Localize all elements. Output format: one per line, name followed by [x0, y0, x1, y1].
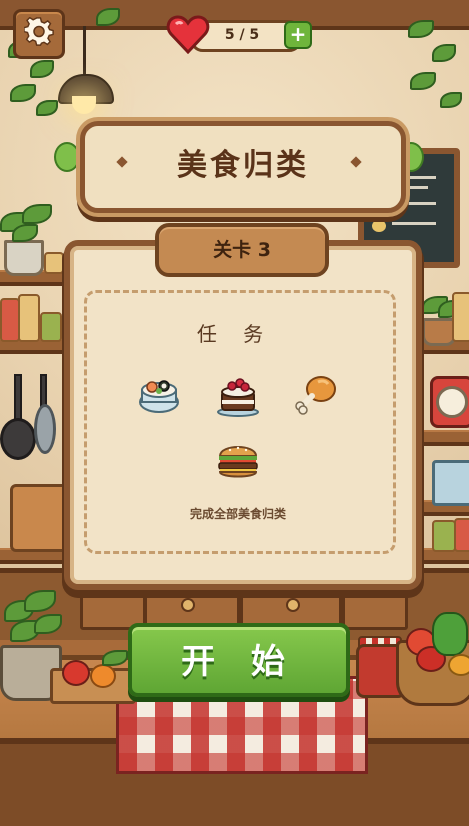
start-button-label[interactable]: 开 始	[128, 634, 350, 683]
jar-icon	[0, 298, 20, 342]
dessert-icon	[372, 220, 386, 232]
jar-icon	[452, 292, 469, 342]
chicken-leg-icon	[294, 374, 338, 420]
scale-dial	[436, 386, 468, 418]
drawer-knob	[181, 598, 195, 612]
plant-pot-icon	[4, 240, 44, 276]
cutting-board-icon	[10, 484, 68, 552]
heart-icon	[166, 14, 210, 55]
plant-pot-icon	[422, 318, 456, 346]
task-title: 任 务	[196, 322, 274, 346]
lives-text: 5 / 5	[224, 27, 260, 43]
jar-icon	[432, 520, 456, 552]
burger-icon	[216, 438, 260, 484]
game-title: 美食归类	[177, 148, 309, 183]
whisk-handle	[40, 374, 47, 408]
carrot-icon	[90, 664, 116, 688]
settings-button[interactable]	[13, 9, 65, 59]
orange-pepper-icon	[448, 654, 469, 676]
whisk-icon	[34, 404, 56, 454]
jar-icon	[40, 312, 62, 342]
level-label: 关卡 3	[213, 239, 271, 261]
plates-stack-icon	[432, 460, 469, 506]
drawer-knob	[286, 598, 300, 612]
pan-handle	[14, 374, 22, 422]
lamp-cord	[83, 26, 86, 76]
green-pepper-icon	[432, 612, 468, 656]
gear-icon	[23, 16, 54, 51]
task-description: 完成全部美食归类	[189, 507, 286, 521]
jar-icon	[18, 294, 40, 342]
menu-line	[392, 222, 436, 225]
jar-icon	[44, 252, 64, 274]
frying-pan-icon	[0, 418, 36, 460]
jar-icon	[454, 518, 469, 552]
drawer	[342, 584, 408, 630]
add-lives-button[interactable]: +	[284, 21, 312, 49]
cake-icon	[216, 374, 260, 422]
clover-icon	[54, 142, 80, 172]
tomato-icon	[62, 660, 90, 686]
sushi-bowl-icon	[137, 374, 181, 418]
